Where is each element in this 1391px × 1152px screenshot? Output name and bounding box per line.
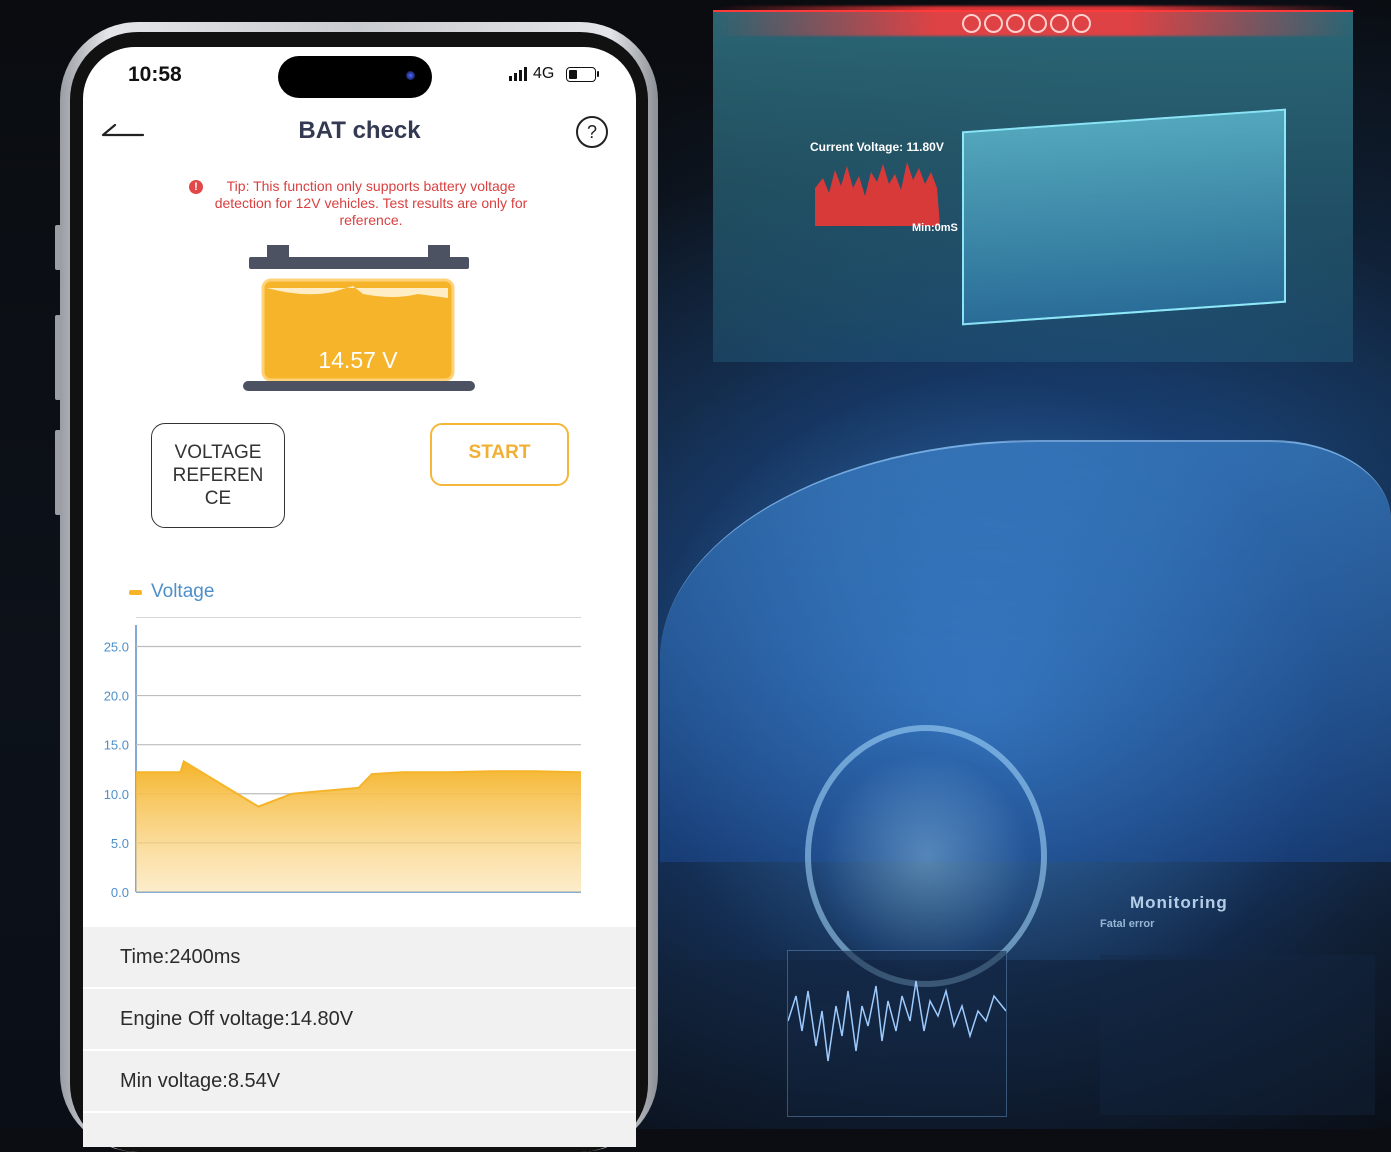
y-tick-label: 15.0 — [104, 738, 129, 753]
app-screen: 10:58 4G BAT check ? ! Tip: This functio… — [83, 47, 636, 1147]
tip-text: Tip: This function only supports battery… — [214, 178, 528, 228]
battery-status-icon — [566, 66, 600, 82]
hologram-dots — [962, 14, 1091, 33]
fatal-error-label: Fatal error — [1100, 918, 1155, 930]
monitoring-label: Monitoring — [1130, 893, 1228, 912]
result-time: Time:2400ms — [83, 927, 636, 987]
y-tick-label: 25.0 — [104, 639, 129, 654]
voltage-chart: 0.0 5.0 10.0 15.0 20.0 25.0 — [104, 617, 582, 900]
car-wheel — [805, 725, 1047, 987]
network-label: 4G — [533, 65, 555, 82]
page-title: BAT check — [298, 117, 421, 144]
result-row-empty — [83, 1113, 636, 1147]
voltage-reference-button[interactable]: VOLTAGE REFEREN CE — [151, 423, 285, 528]
result-engine-off-voltage: Engine Off voltage:14.80V — [83, 989, 636, 1049]
start-button[interactable]: START — [430, 423, 569, 486]
y-tick-label: 0.0 — [111, 885, 129, 900]
status-icons: 4G — [509, 65, 600, 83]
battery-voltage-value: 14.57 V — [318, 347, 398, 373]
voltage-area — [136, 761, 581, 892]
hologram-battery — [962, 108, 1286, 326]
phone-side-button — [55, 315, 61, 400]
help-icon[interactable]: ? — [576, 116, 608, 148]
legend-label: Voltage — [151, 581, 215, 602]
y-tick-label: 5.0 — [111, 836, 129, 851]
hologram-voltage-label: Current Voltage: 11.80V — [810, 140, 944, 154]
legend-swatch — [129, 589, 142, 595]
chart-legend: Voltage — [129, 581, 214, 603]
warning-icon: ! — [189, 180, 203, 194]
status-time: 10:58 — [128, 63, 182, 86]
camera-icon — [406, 71, 415, 80]
hologram-bottom-graph — [787, 950, 1007, 1117]
y-tick-label: 20.0 — [104, 689, 129, 704]
signal-icon — [509, 67, 527, 81]
hologram-min-label: Min:0mS — [912, 222, 958, 234]
phone-side-button — [55, 430, 61, 515]
hologram-bottom-panel — [1100, 955, 1375, 1115]
y-tick-label: 10.0 — [104, 787, 129, 802]
phone-side-button — [55, 225, 61, 270]
result-min-voltage: Min voltage:8.54V — [83, 1051, 636, 1111]
hologram-waveform — [815, 162, 940, 226]
